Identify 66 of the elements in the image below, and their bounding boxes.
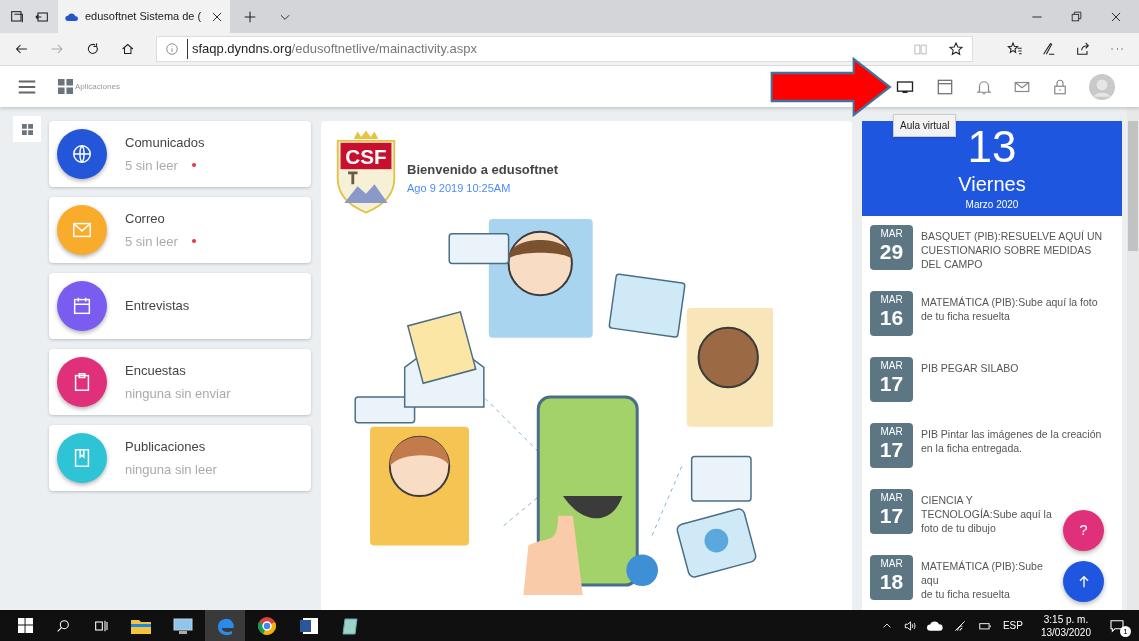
notifications-button[interactable]: 1 xyxy=(1109,616,1129,635)
chat-icon xyxy=(1109,617,1125,634)
module-card[interactable]: Publicaciones ninguna sin leer xyxy=(49,425,311,491)
event-text: PIB PEGAR SILABO xyxy=(921,361,1020,375)
lock-icon[interactable] xyxy=(1051,77,1069,96)
event-text: MATEMÁTICA (PIB):Sube aquí la foto de tu ficha resuelta xyxy=(921,295,1099,323)
event-text: de tu ficha resuelta xyxy=(921,587,1011,601)
windows-icon[interactable] xyxy=(18,618,33,633)
browser-tab[interactable]: edusoftnet Sistema de ( xyxy=(58,0,230,33)
module-card[interactable]: Entrevistas xyxy=(49,273,311,339)
share-icon[interactable] xyxy=(1075,41,1092,57)
address-field[interactable]: sfaqp.dyndns.org/edusoftnetlive/mainactivity.aspx xyxy=(155,36,974,62)
module-title: Entrevistas xyxy=(125,297,190,316)
event-text: PIB Pintar las imágenes de la creación en la ficha entregada. xyxy=(921,427,1103,455)
module-title: Encuestas xyxy=(125,362,187,380)
info-icon xyxy=(164,42,179,56)
word-icon[interactable] xyxy=(299,615,319,636)
date-badge: MAR 17 xyxy=(870,423,913,468)
edge-taskbar-button[interactable] xyxy=(205,610,245,641)
sidebar-toggle[interactable] xyxy=(13,116,41,142)
module-card[interactable]: Comunicados 5 sin leer xyxy=(49,121,311,187)
module-title: Correo xyxy=(125,210,166,228)
weekday: Viernes xyxy=(958,173,1026,195)
tab-title: edusoftnet Sistema de ( xyxy=(85,9,202,25)
module-subtitle: 5 sin leer xyxy=(125,156,178,175)
favorites-icon[interactable] xyxy=(1007,41,1024,57)
date-badge: MAR 17 xyxy=(870,357,913,402)
wifi-icon[interactable] xyxy=(952,618,967,633)
cloud-icon[interactable] xyxy=(926,620,943,631)
restore-icon[interactable] xyxy=(1070,10,1083,23)
clock[interactable]: 3:15 p. m. 13/03/2020 xyxy=(1040,612,1091,639)
day-number: 13 xyxy=(967,121,1017,173)
grid-icon xyxy=(58,79,73,94)
module-subtitle: ninguna sin leer xyxy=(125,460,217,479)
module-card[interactable]: Encuestas ninguna sin enviar xyxy=(49,349,311,415)
tooltip: Aula virtual xyxy=(893,114,957,137)
welcome-date: Ago 9 2019 10:25AM xyxy=(407,180,512,196)
date-badge: MAR 29 xyxy=(870,225,913,270)
module-title: Comunicados xyxy=(125,134,205,152)
home-icon[interactable] xyxy=(120,41,136,57)
url-text: sfaqp.dyndns.org/edusoftnetlive/mainactivity.aspx xyxy=(186,39,478,59)
chrome-icon[interactable] xyxy=(257,615,277,636)
notebook-icon[interactable] xyxy=(341,615,361,636)
module-title: Publicaciones xyxy=(125,438,207,456)
welcome-title: Bienvenido a edusoftnet xyxy=(407,161,558,179)
module-subtitle: 5 sin leer xyxy=(125,232,178,251)
scrollbar[interactable] xyxy=(1127,107,1139,610)
module-card[interactable]: Correo 5 sin leer xyxy=(49,197,311,263)
star-icon[interactable] xyxy=(948,41,965,57)
event-text: BASQUET (PIB):RESUELVE AQUÍ UN CUESTIONARIO SOBRE MEDIDAS DEL CAMPO xyxy=(921,229,1104,271)
date-badge: MAR 16 xyxy=(870,291,913,336)
notification-count: 1 xyxy=(1120,625,1131,637)
grid-icon xyxy=(21,123,33,135)
search-icon[interactable] xyxy=(55,617,71,634)
module-subtitle: ninguna sin enviar xyxy=(125,384,231,403)
date-badge: MAR 17 xyxy=(870,489,913,534)
folder-icon[interactable] xyxy=(131,617,151,634)
globe-icon xyxy=(71,143,93,165)
tabs-icon[interactable] xyxy=(8,8,25,25)
computer-icon[interactable] xyxy=(173,617,193,634)
event-text: CIENCIA Y TECNOLOGÍA:Sube aquí la foto de tu dibujo xyxy=(921,493,1053,535)
month-year: Marzo 2020 xyxy=(965,198,1019,212)
calendar-icon xyxy=(71,295,93,317)
date-badge: MAR 18 xyxy=(870,555,913,600)
volume-icon[interactable] xyxy=(902,618,917,633)
language-indicator[interactable]: ESP xyxy=(1002,618,1023,633)
